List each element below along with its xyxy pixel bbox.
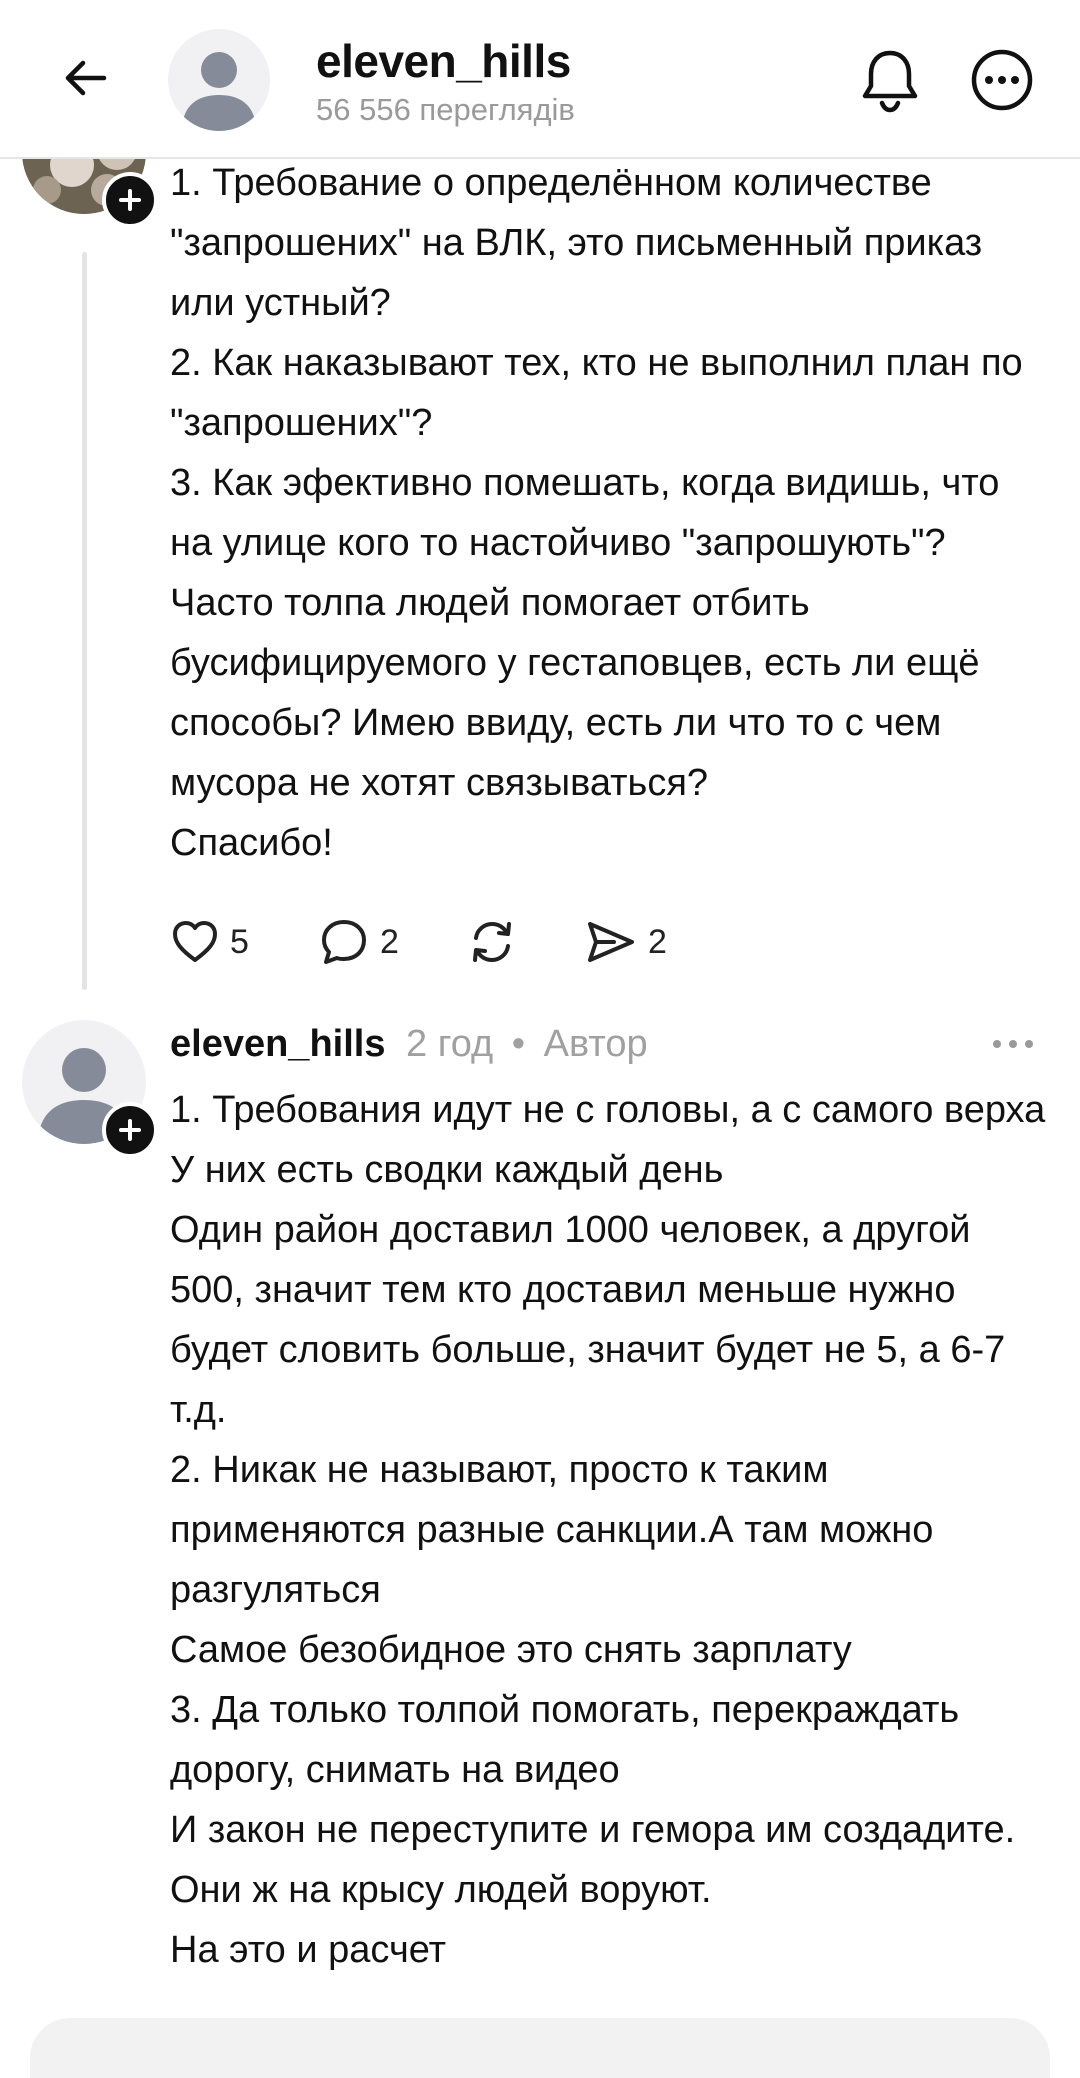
more-options-button[interactable] xyxy=(962,40,1042,120)
like-button[interactable]: 5 xyxy=(170,912,318,972)
follow-button[interactable] xyxy=(102,172,158,228)
profile-avatar[interactable] xyxy=(168,29,270,131)
repost-button[interactable] xyxy=(466,912,584,972)
meta-separator: • xyxy=(511,1023,526,1065)
reply-button[interactable]: 2 xyxy=(318,912,466,972)
post-actions: 5 2 2 xyxy=(170,912,704,972)
plus-icon xyxy=(119,189,141,211)
bell-icon xyxy=(862,50,918,113)
more-horizontal-icon xyxy=(993,1040,1033,1048)
send-icon xyxy=(588,922,634,962)
share-count: 2 xyxy=(648,922,667,961)
post-text: 1. Требование о определённом количестве … xyxy=(170,162,1023,864)
comment-icon xyxy=(322,920,366,964)
profile-username[interactable]: eleven_hills xyxy=(316,34,571,88)
follow-button[interactable] xyxy=(102,1102,158,1158)
top-app-bar: eleven_hills 56 556 переглядів xyxy=(0,0,1080,159)
post-more-button[interactable] xyxy=(978,1016,1048,1072)
notifications-button[interactable] xyxy=(850,40,930,120)
view-count: 56 556 переглядів xyxy=(316,92,575,127)
thread-line xyxy=(82,252,87,990)
more-circle-icon xyxy=(971,49,1033,111)
arrow-left-icon xyxy=(65,60,107,96)
author-username[interactable]: eleven_hills xyxy=(170,1023,385,1065)
share-button[interactable]: 2 xyxy=(584,912,704,972)
post-header: eleven_hills 2 год • Автор xyxy=(170,1018,648,1070)
post-text: 1. Требования идут не с головы, а с само… xyxy=(170,1089,1046,1971)
plus-icon xyxy=(119,1119,141,1141)
heart-icon xyxy=(173,921,217,962)
reply-count: 2 xyxy=(380,922,399,961)
post-time: 2 год xyxy=(406,1023,494,1065)
default-avatar-icon xyxy=(182,52,256,131)
author-badge: Автор xyxy=(543,1023,648,1065)
bottom-sheet-handle[interactable] xyxy=(30,2018,1050,2078)
repost-icon xyxy=(473,921,511,963)
like-count: 5 xyxy=(230,922,249,961)
back-button[interactable] xyxy=(50,42,122,114)
